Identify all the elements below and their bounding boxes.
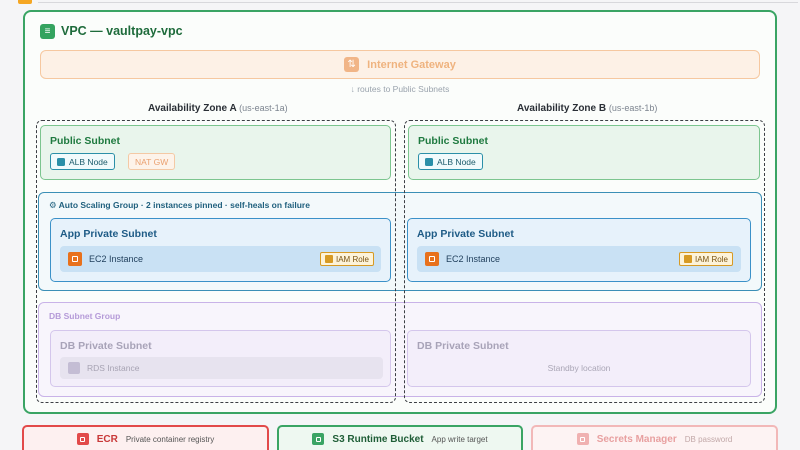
az-b-name: Availability Zone B xyxy=(517,103,607,114)
ecr-name: ECR xyxy=(96,433,118,445)
az-a-name: Availability Zone A xyxy=(148,103,237,114)
availability-zone-a xyxy=(36,120,396,403)
az-a-label: Availability Zone A (us-east-1a) xyxy=(148,103,288,114)
secrets-manager-desc: DB password xyxy=(684,434,733,444)
gateway-route-note: ↓ routes to Public Subnets xyxy=(350,84,450,94)
key-icon xyxy=(576,433,589,445)
registry-icon xyxy=(76,433,89,445)
internet-gateway-label: Internet Gateway xyxy=(367,58,456,71)
availability-zone-b xyxy=(404,120,765,403)
s3-desc: App write target xyxy=(431,434,488,444)
internet-gateway[interactable]: ⇅ Internet Gateway xyxy=(40,50,760,79)
outer-frame-edge xyxy=(38,0,798,3)
s3-runtime-bucket[interactable]: S3 Runtime Bucket App write target xyxy=(277,425,523,450)
az-a-region: (us-east-1a) xyxy=(239,103,288,113)
az-b-region: (us-east-1b) xyxy=(608,103,658,113)
bucket-icon xyxy=(312,433,325,445)
transfer-icon: ⇅ xyxy=(344,57,360,72)
secrets-manager-name: Secrets Manager xyxy=(596,433,677,445)
s3-name: S3 Runtime Bucket xyxy=(332,433,424,445)
list-icon: ≡ xyxy=(40,24,55,39)
secrets-manager[interactable]: Secrets Manager DB password xyxy=(531,425,778,450)
vpc-title: VPC — vaultpay-vpc xyxy=(61,24,183,38)
top-stack-icon xyxy=(18,0,32,4)
ecr-desc: Private container registry xyxy=(125,434,215,444)
az-b-label: Availability Zone B (us-east-1b) xyxy=(517,103,657,114)
ecr-service[interactable]: ECR Private container registry xyxy=(22,425,269,450)
